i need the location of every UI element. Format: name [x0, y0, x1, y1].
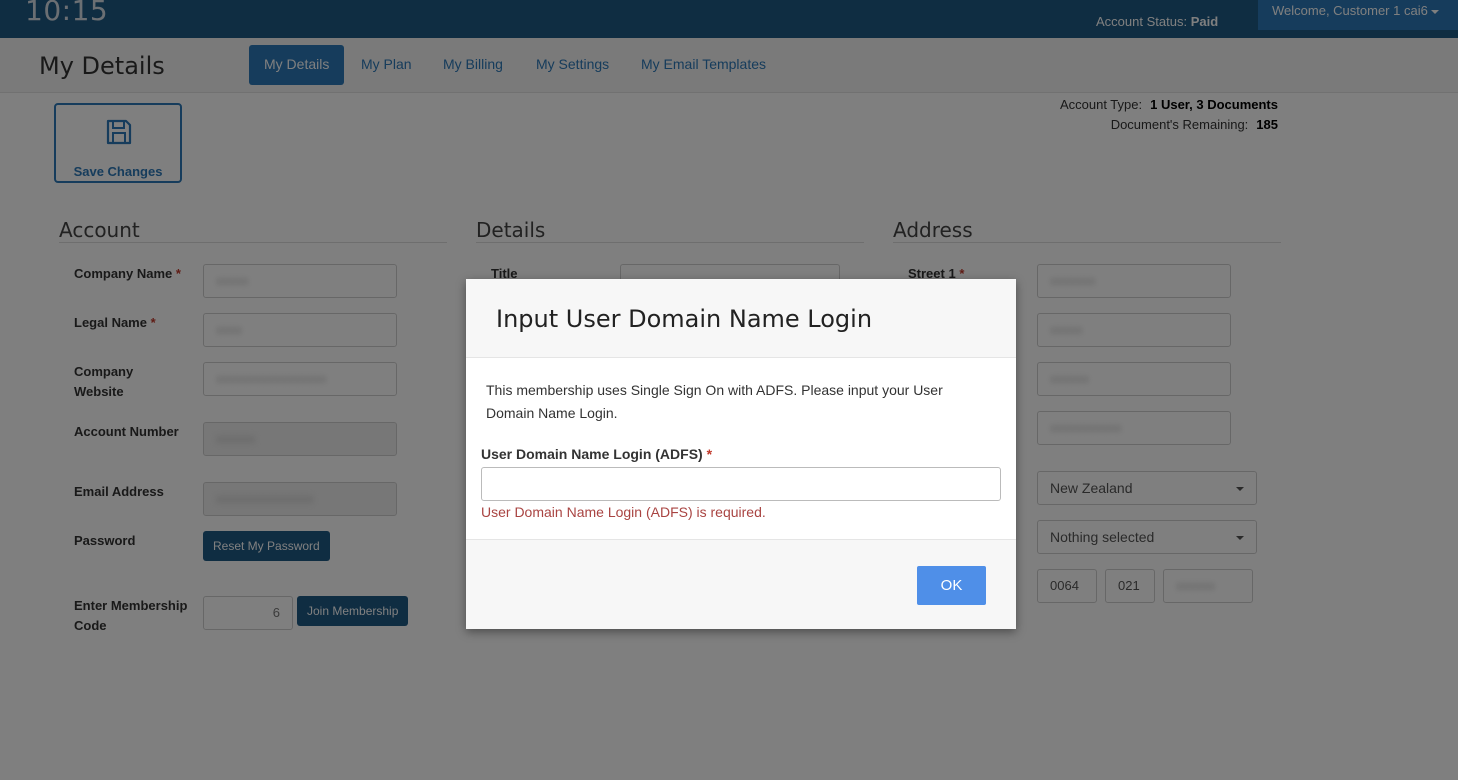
ok-button[interactable]: OK: [917, 566, 986, 605]
modal-title: Input User Domain Name Login: [496, 305, 873, 333]
domain-login-label: User Domain Name Login (ADFS) *: [481, 446, 713, 462]
domain-login-input[interactable]: [481, 467, 1001, 501]
domain-login-dialog: Input User Domain Name Login This member…: [466, 279, 1016, 629]
modal-message: This membership uses Single Sign On with…: [486, 382, 943, 421]
modal-footer: OK: [466, 539, 1016, 629]
modal-header: Input User Domain Name Login: [466, 279, 1016, 358]
domain-login-error: User Domain Name Login (ADFS) is require…: [481, 504, 766, 520]
